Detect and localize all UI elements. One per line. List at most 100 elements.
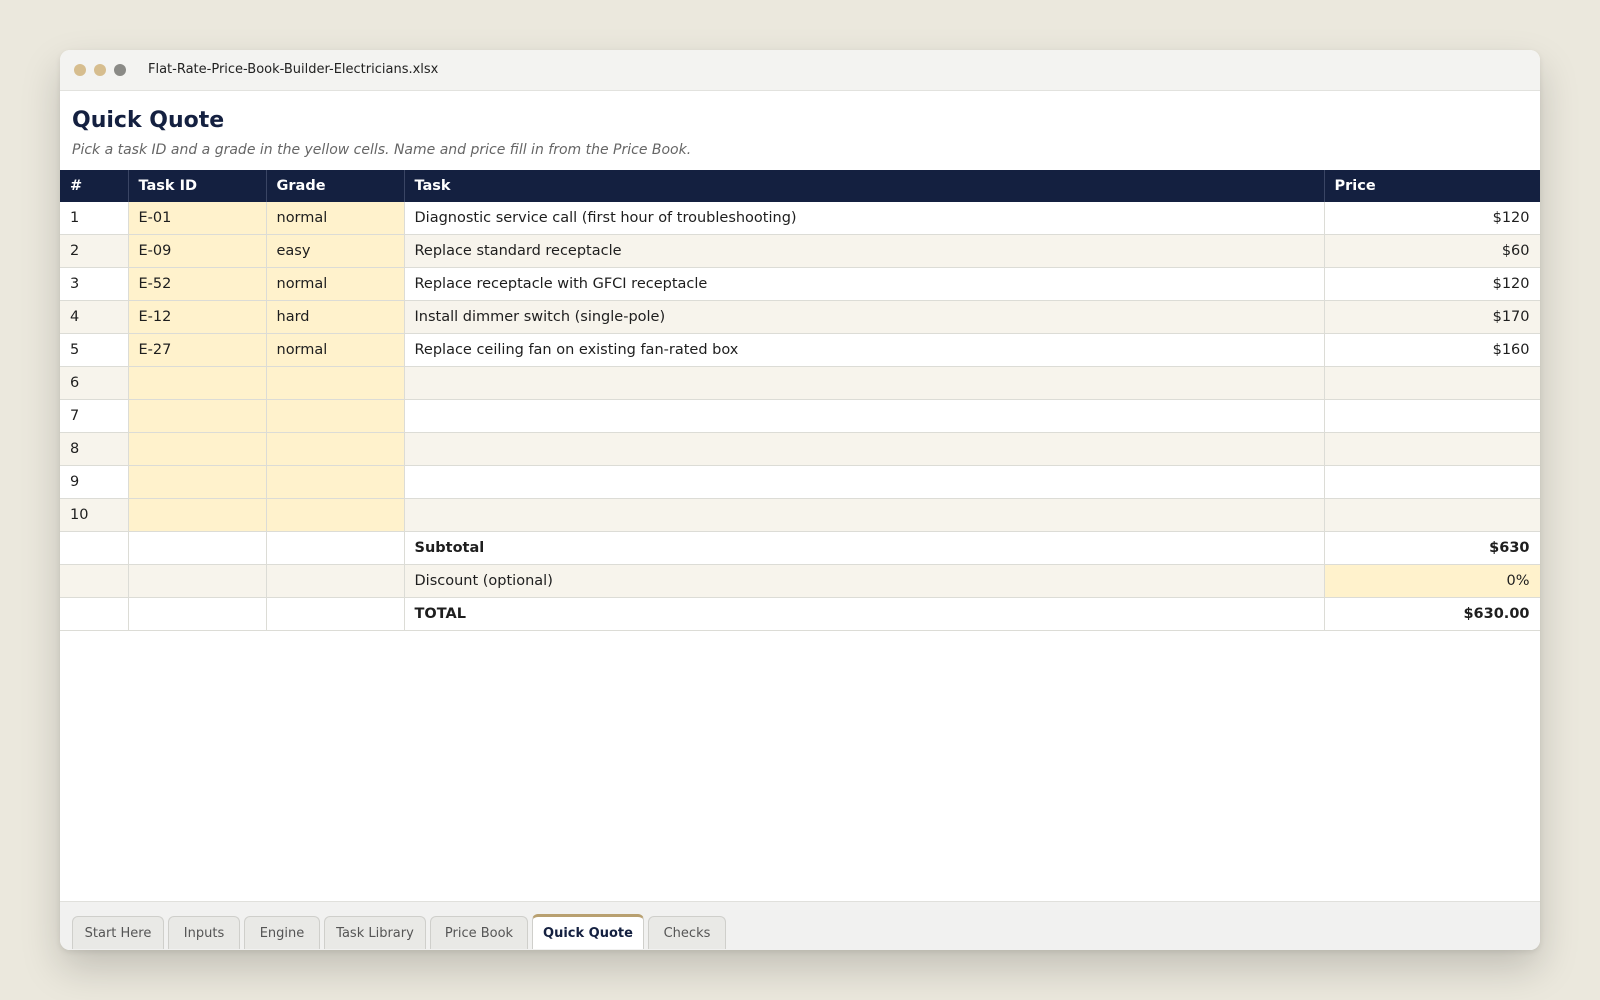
grade-cell[interactable]: normal <box>266 333 405 367</box>
title-bar: Flat-Rate-Price-Book-Builder-Electrician… <box>60 50 1540 91</box>
spreadsheet-window: Flat-Rate-Price-Book-Builder-Electrician… <box>60 50 1540 950</box>
price-cell <box>1324 498 1540 532</box>
grade-cell[interactable] <box>266 432 405 466</box>
table-row: 9 <box>60 465 1540 499</box>
row-number: 1 <box>60 202 129 235</box>
price-cell: $160 <box>1324 333 1540 367</box>
task-name-cell <box>404 465 1325 499</box>
file-name: Flat-Rate-Price-Book-Builder-Electrician… <box>148 62 439 77</box>
tab-task-library[interactable]: Task Library <box>324 916 426 949</box>
subtotal-label: Subtotal <box>404 531 1325 565</box>
table-row: 2 E-09 easy Replace standard receptacle … <box>60 234 1540 268</box>
sheet-title: Quick Quote <box>72 108 225 133</box>
empty-cell <box>60 564 129 598</box>
task-name-cell: Replace receptacle with GFCI receptacle <box>404 267 1325 301</box>
subtotal-row: Subtotal $630 <box>60 531 1540 565</box>
row-number: 4 <box>60 300 129 334</box>
sheet-subtitle: Pick a task ID and a grade in the yellow… <box>72 142 692 158</box>
grade-cell[interactable] <box>266 498 405 532</box>
grade-cell[interactable] <box>266 366 405 400</box>
price-cell <box>1324 366 1540 400</box>
task-id-cell[interactable] <box>128 498 267 532</box>
empty-cell <box>128 597 267 631</box>
task-id-cell[interactable]: E-09 <box>128 234 267 268</box>
header-task: Task <box>404 170 1325 202</box>
empty-cell <box>266 597 405 631</box>
tab-inputs[interactable]: Inputs <box>168 916 240 949</box>
row-number: 3 <box>60 267 129 301</box>
row-number: 7 <box>60 399 129 433</box>
header-grade: Grade <box>266 170 405 202</box>
price-cell: $60 <box>1324 234 1540 268</box>
table-row: 10 <box>60 498 1540 532</box>
price-cell <box>1324 432 1540 466</box>
grade-cell[interactable] <box>266 465 405 499</box>
table-row: 1 E-01 normal Diagnostic service call (f… <box>60 202 1540 235</box>
discount-input[interactable]: 0% <box>1324 564 1540 598</box>
task-id-cell[interactable] <box>128 465 267 499</box>
task-name-cell: Diagnostic service call (first hour of t… <box>404 202 1325 235</box>
task-name-cell: Install dimmer switch (single-pole) <box>404 300 1325 334</box>
price-cell: $170 <box>1324 300 1540 334</box>
tab-start-here[interactable]: Start Here <box>72 916 164 949</box>
grade-cell[interactable]: hard <box>266 300 405 334</box>
task-name-cell: Replace ceiling fan on existing fan-rate… <box>404 333 1325 367</box>
row-number: 9 <box>60 465 129 499</box>
row-number: 2 <box>60 234 129 268</box>
tab-checks[interactable]: Checks <box>648 916 726 949</box>
grade-cell[interactable] <box>266 399 405 433</box>
task-id-cell[interactable] <box>128 432 267 466</box>
empty-cell <box>266 564 405 598</box>
empty-cell <box>128 564 267 598</box>
grade-cell[interactable]: normal <box>266 202 405 235</box>
discount-row: Discount (optional) 0% <box>60 564 1540 598</box>
table-row: 5 E-27 normal Replace ceiling fan on exi… <box>60 333 1540 367</box>
task-name-cell <box>404 366 1325 400</box>
task-name-cell: Replace standard receptacle <box>404 234 1325 268</box>
task-id-cell[interactable]: E-12 <box>128 300 267 334</box>
table-row: 3 E-52 normal Replace receptacle with GF… <box>60 267 1540 301</box>
tab-engine[interactable]: Engine <box>244 916 320 949</box>
task-id-cell[interactable] <box>128 366 267 400</box>
price-cell: $120 <box>1324 267 1540 301</box>
price-cell: $120 <box>1324 202 1540 235</box>
discount-label: Discount (optional) <box>404 564 1325 598</box>
close-window-button[interactable] <box>74 64 86 76</box>
empty-cell <box>266 531 405 565</box>
row-number: 8 <box>60 432 129 466</box>
table-row: 8 <box>60 432 1540 466</box>
task-id-cell[interactable] <box>128 399 267 433</box>
total-row: TOTAL $630.00 <box>60 597 1540 631</box>
table-row: 6 <box>60 366 1540 400</box>
row-number: 6 <box>60 366 129 400</box>
total-value: $630.00 <box>1324 597 1540 631</box>
header-task-id: Task ID <box>128 170 267 202</box>
table-row: 4 E-12 hard Install dimmer switch (singl… <box>60 300 1540 334</box>
table-row: 7 <box>60 399 1540 433</box>
quote-table: # Task ID Grade Task Price 1 E-01 normal… <box>60 170 1540 631</box>
task-id-cell[interactable]: E-01 <box>128 202 267 235</box>
minimize-window-button[interactable] <box>94 64 106 76</box>
empty-cell <box>60 597 129 631</box>
maximize-window-button[interactable] <box>114 64 126 76</box>
header-price: Price <box>1324 170 1540 202</box>
task-id-cell[interactable]: E-52 <box>128 267 267 301</box>
header-num: # <box>60 170 129 202</box>
tab-quick-quote[interactable]: Quick Quote <box>532 914 644 949</box>
price-cell <box>1324 465 1540 499</box>
task-name-cell <box>404 399 1325 433</box>
grade-cell[interactable]: easy <box>266 234 405 268</box>
price-cell <box>1324 399 1540 433</box>
empty-cell <box>128 531 267 565</box>
header-row: # Task ID Grade Task Price <box>60 170 1540 202</box>
row-number: 10 <box>60 498 129 532</box>
task-id-cell[interactable]: E-27 <box>128 333 267 367</box>
empty-cell <box>60 531 129 565</box>
task-name-cell <box>404 432 1325 466</box>
row-number: 5 <box>60 333 129 367</box>
subtotal-value: $630 <box>1324 531 1540 565</box>
grade-cell[interactable]: normal <box>266 267 405 301</box>
sheet-tab-bar: Start Here Inputs Engine Task Library Pr… <box>60 901 1540 950</box>
task-name-cell <box>404 498 1325 532</box>
tab-price-book[interactable]: Price Book <box>430 916 528 949</box>
